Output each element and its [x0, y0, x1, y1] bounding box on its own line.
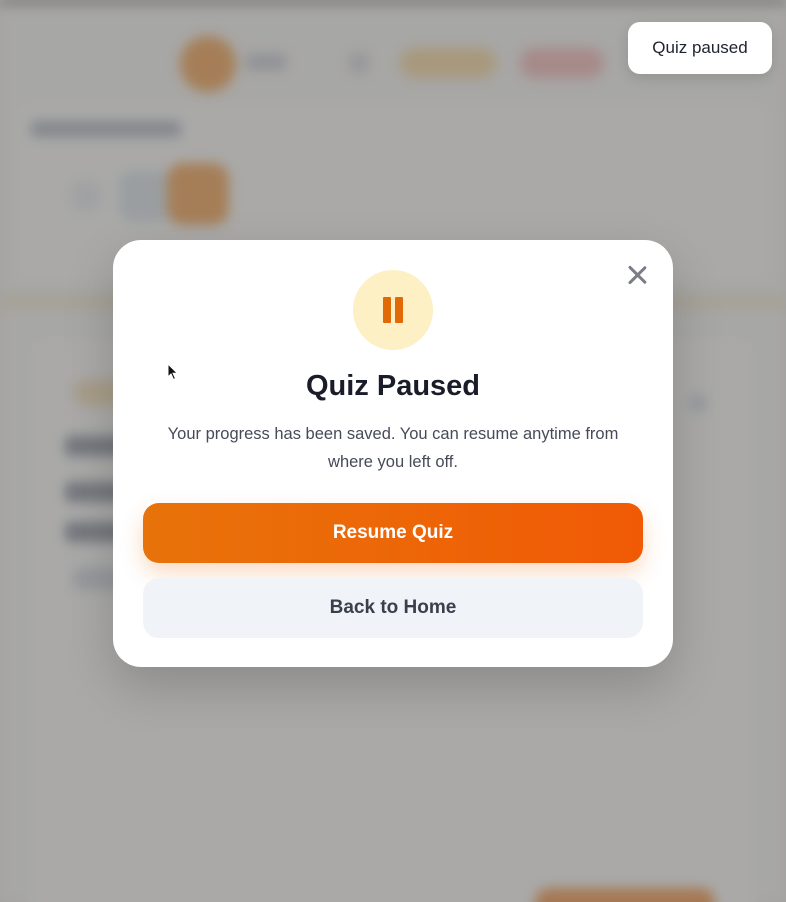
pause-bar — [395, 297, 403, 323]
pause-modal: Quiz Paused Your progress has been saved… — [113, 240, 673, 667]
pause-icon — [353, 270, 433, 350]
resume-quiz-button[interactable]: Resume Quiz — [143, 503, 643, 563]
toast-text: Quiz paused — [652, 38, 748, 57]
back-to-home-button[interactable]: Back to Home — [143, 578, 643, 638]
modal-description: Your progress has been saved. You can re… — [167, 425, 619, 471]
close-icon[interactable] — [624, 262, 650, 288]
modal-title: Quiz Paused — [305, 370, 481, 402]
pause-bar — [383, 297, 391, 323]
mouse-cursor-icon — [167, 363, 179, 381]
toast-notification: Quiz paused — [628, 22, 772, 74]
